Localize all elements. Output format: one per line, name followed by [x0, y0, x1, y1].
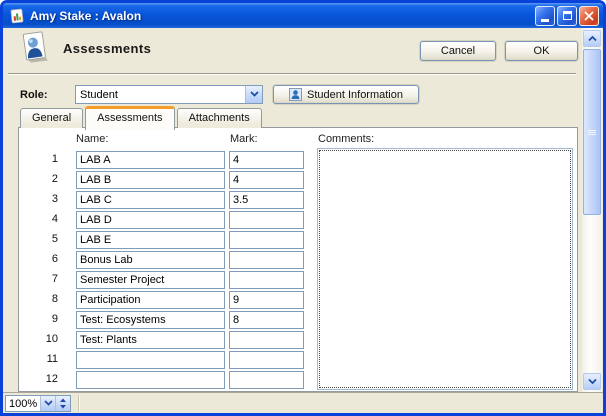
table-row: 5 [19, 231, 319, 249]
comments-column-header: Comments: [318, 133, 374, 145]
table-row: 8 [19, 291, 319, 309]
table-row: 12 [19, 371, 319, 389]
scroll-up-button[interactable] [583, 30, 601, 47]
page-title: Assessments [63, 41, 151, 56]
dialog-window: Amy Stake : Avalon Assessments Cancel OK… [0, 0, 606, 416]
scrollbar-grip-icon [588, 129, 596, 136]
vertical-scrollbar[interactable] [582, 28, 602, 392]
minimize-button[interactable] [535, 6, 555, 26]
table-row: 9 [19, 311, 319, 329]
zoom-value: 100% [6, 396, 40, 411]
student-information-label: Student Information [307, 89, 403, 101]
assessment-name-input[interactable] [76, 371, 225, 389]
row-number: 4 [19, 213, 58, 225]
chevron-down-icon [250, 91, 259, 98]
assessment-name-input[interactable] [76, 271, 225, 289]
role-label: Role: [20, 89, 48, 101]
assessment-mark-input[interactable] [229, 351, 304, 369]
assessment-mark-input[interactable] [229, 331, 304, 349]
chevron-down-icon [44, 400, 53, 407]
tab-general[interactable]: General [20, 108, 83, 128]
tab-bar: General Assessments Attachments [20, 106, 264, 128]
comments-textarea[interactable] [319, 150, 571, 388]
scroll-down-button[interactable] [583, 373, 601, 390]
scrollbar-thumb[interactable] [583, 49, 601, 215]
assessment-name-input[interactable] [76, 331, 225, 349]
assessment-name-input[interactable] [76, 151, 225, 169]
header-separator [8, 73, 576, 75]
close-button[interactable] [579, 6, 599, 26]
row-number: 6 [19, 253, 58, 265]
row-number: 9 [19, 313, 58, 325]
assessment-mark-input[interactable] [229, 191, 304, 209]
zoom-control: 100% [5, 395, 71, 412]
table-row: 4 [19, 211, 319, 229]
assessment-name-input[interactable] [76, 291, 225, 309]
row-number: 3 [19, 193, 58, 205]
row-number: 12 [19, 373, 58, 385]
tab-assessments[interactable]: Assessments [85, 106, 174, 130]
role-selected-value: Student [76, 89, 245, 101]
row-number: 8 [19, 293, 58, 305]
assessment-mark-input[interactable] [229, 251, 304, 269]
assessment-mark-input[interactable] [229, 311, 304, 329]
table-row: 10 [19, 331, 319, 349]
assessment-mark-input[interactable] [229, 171, 304, 189]
row-number: 7 [19, 273, 58, 285]
cancel-button[interactable]: Cancel [420, 41, 496, 61]
assessment-name-input[interactable] [76, 311, 225, 329]
assessment-mark-input[interactable] [229, 271, 304, 289]
assessment-mark-input[interactable] [229, 231, 304, 249]
comments-box [317, 148, 573, 390]
table-row: 1 [19, 151, 319, 169]
assessment-name-input[interactable] [76, 191, 225, 209]
table-row: 7 [19, 271, 319, 289]
mark-column-header: Mark: [230, 133, 258, 145]
row-number: 11 [19, 353, 58, 365]
up-down-arrows-icon [59, 398, 67, 409]
maximize-button[interactable] [557, 6, 577, 26]
role-select[interactable]: Student [75, 85, 263, 104]
table-row: 11 [19, 351, 319, 369]
table-row: 3 [19, 191, 319, 209]
assessment-mark-input[interactable] [229, 371, 304, 389]
table-row: 2 [19, 171, 319, 189]
table-row: 6 [19, 251, 319, 269]
statusbar-divider [78, 395, 80, 411]
titlebar: Amy Stake : Avalon [3, 3, 603, 28]
row-number: 2 [19, 173, 58, 185]
row-number: 10 [19, 333, 58, 345]
assessment-name-input[interactable] [76, 251, 225, 269]
row-number: 1 [19, 153, 58, 165]
tab-attachments[interactable]: Attachments [177, 108, 262, 128]
name-column-header: Name: [76, 133, 108, 145]
assessment-mark-input[interactable] [229, 211, 304, 229]
zoom-spinner[interactable] [55, 396, 70, 411]
combo-dropdown-button[interactable] [245, 86, 262, 103]
window-title: Amy Stake : Avalon [30, 9, 533, 23]
person-icon [289, 88, 302, 101]
student-information-button[interactable]: Student Information [273, 85, 419, 104]
assessment-name-input[interactable] [76, 231, 225, 249]
assessments-icon [17, 30, 51, 64]
maximize-icon [563, 11, 572, 20]
chevron-down-icon [588, 378, 597, 385]
ok-button[interactable]: OK [505, 41, 578, 61]
app-icon [9, 8, 25, 24]
assessments-panel: Name: Mark: Comments: 1 2 3 4 5 6 7 [18, 127, 578, 392]
assessment-name-input[interactable] [76, 351, 225, 369]
assessment-name-input[interactable] [76, 171, 225, 189]
assessment-mark-input[interactable] [229, 151, 304, 169]
status-bar: 100% [3, 392, 603, 413]
minimize-icon [541, 19, 549, 22]
chevron-up-icon [588, 35, 597, 42]
row-number: 5 [19, 233, 58, 245]
close-icon [584, 11, 594, 21]
assessment-name-input[interactable] [76, 211, 225, 229]
assessment-mark-input[interactable] [229, 291, 304, 309]
zoom-dropdown-button[interactable] [40, 396, 55, 411]
